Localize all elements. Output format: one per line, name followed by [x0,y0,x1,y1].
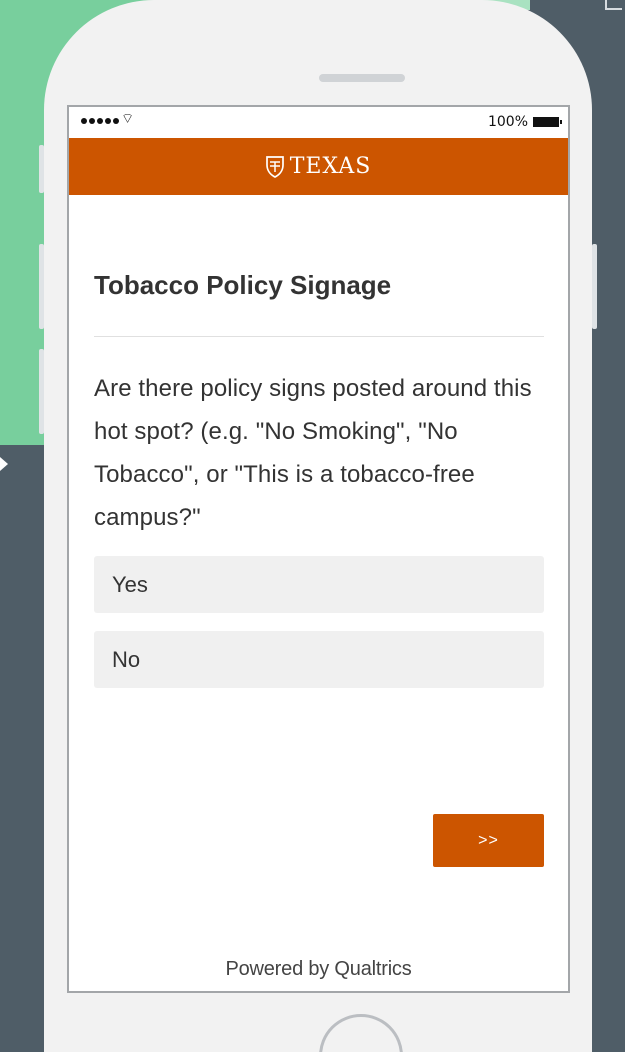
corner-mark [605,0,622,10]
choice-no[interactable]: No [94,631,544,688]
shield-icon [265,155,284,178]
texas-logo-text: TEXAS [289,154,372,179]
next-button[interactable]: >> [433,814,544,867]
powered-by-footer: Powered by Qualtrics [225,958,412,980]
phone-mute-switch [39,145,44,193]
question-text: Are there policy signs posted around thi… [94,375,532,531]
title-divider [94,336,544,337]
phone-volume-up [39,244,44,329]
choice-yes[interactable]: Yes [94,556,544,613]
phone-speaker [319,74,405,82]
slider-arrow-indicator [0,457,8,471]
phone-power-button [592,244,597,329]
status-bar: ⌔ 100% [69,107,568,138]
battery-percent: 100% [487,114,528,130]
battery-full-icon [533,117,562,127]
survey-header: TEXAS [69,138,568,195]
phone-screen: ⌔ 100% TEXAS Tobacco Policy Signage Are … [67,105,570,993]
wifi-icon: ⌔ [121,111,135,127]
signal-dots-icon [81,118,119,124]
survey-title: Tobacco Policy Signage [94,270,392,300]
home-button[interactable] [319,1014,403,1052]
phone-volume-down [39,349,44,434]
